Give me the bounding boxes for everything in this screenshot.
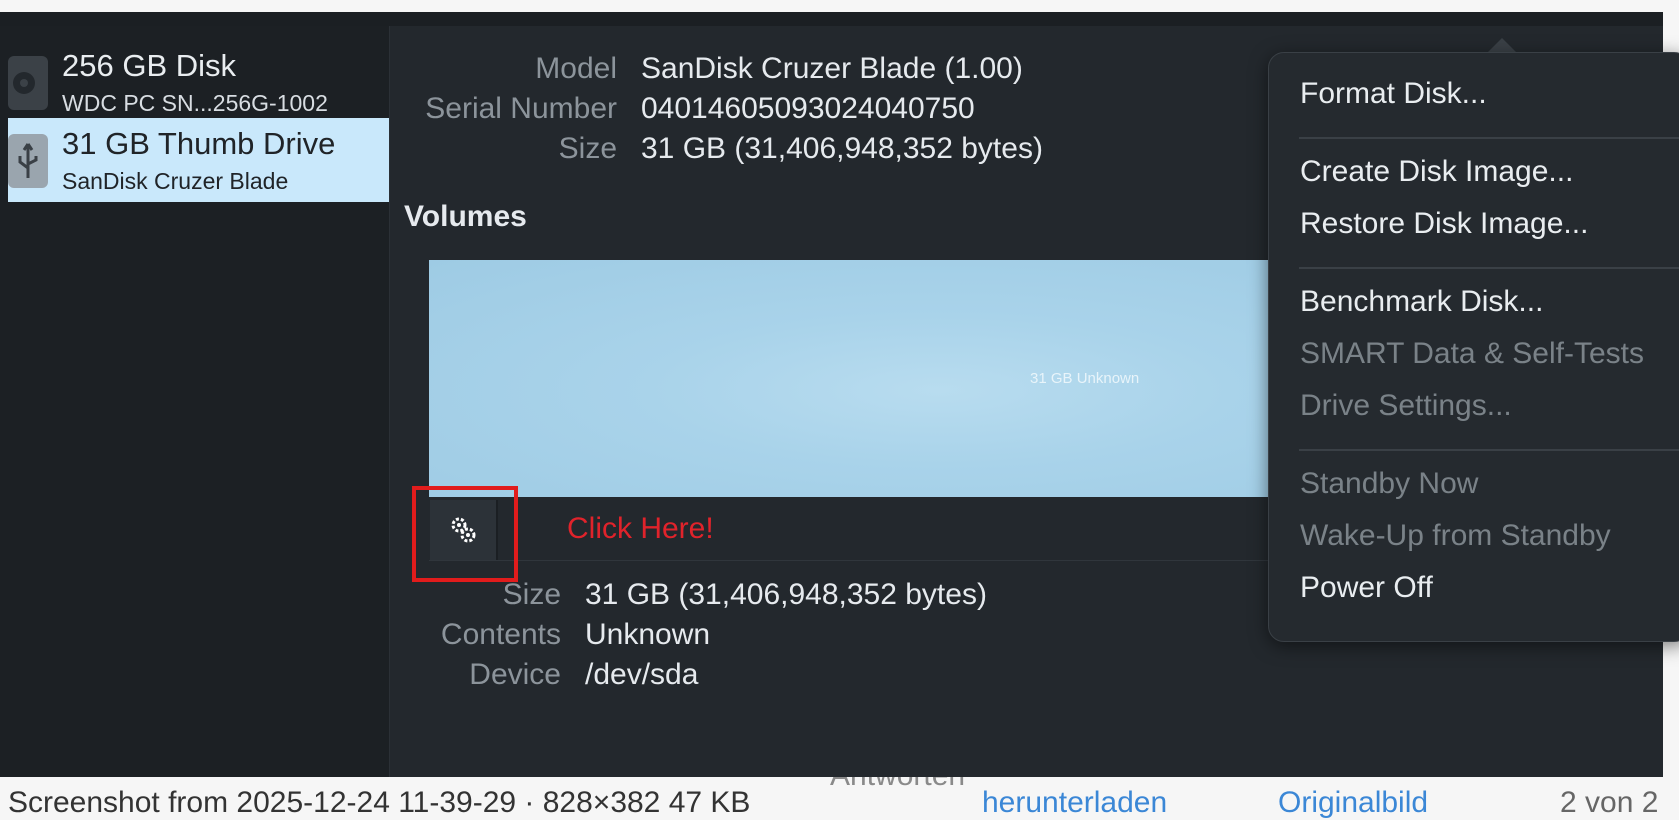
menu-arrow — [1488, 38, 1516, 52]
reply-button-text[interactable]: Antworten — [830, 777, 965, 793]
menu-item-format-disk[interactable]: Format Disk... — [1300, 77, 1487, 111]
menu-item-restore-disk-image[interactable]: Restore Disk Image... — [1300, 207, 1588, 241]
menu-separator — [1299, 449, 1679, 451]
volume-partition-label: 31 GB Unknown — [1030, 370, 1140, 387]
page-counter: 2 von 2 — [1560, 786, 1659, 819]
highlight-box — [412, 486, 518, 582]
menu-item-smart-data: SMART Data & Self-Tests — [1300, 337, 1645, 370]
model-value: SanDisk Cruzer Blade (1.00) — [641, 52, 1023, 85]
disk-subtitle: WDC PC SN...256G-1002 — [62, 90, 328, 116]
volume-partition-bar[interactable] — [429, 260, 1279, 497]
disk-sidebar: 256 GB Disk WDC PC SN...256G-1002 31 GB … — [0, 26, 390, 777]
usb-icon — [8, 134, 48, 188]
volumes-heading: Volumes — [404, 200, 527, 233]
menu-item-wake-up: Wake-Up from Standby — [1300, 519, 1611, 552]
volume-toolbar — [429, 497, 1279, 561]
disk-title: 256 GB Disk — [62, 48, 237, 83]
menu-item-power-off[interactable]: Power Off — [1300, 571, 1433, 605]
size-value: 31 GB (31,406,948,352 bytes) — [641, 132, 1043, 165]
serial-number-label: Serial Number — [425, 92, 617, 125]
menu-item-benchmark-disk[interactable]: Benchmark Disk... — [1300, 285, 1543, 319]
volume-contents-value: Unknown — [585, 618, 711, 651]
original-image-link[interactable]: Originalbild — [1278, 786, 1428, 820]
image-caption: Screenshot from 2025-12-24 11-39-29 · 82… — [8, 786, 751, 819]
model-label: Model — [535, 52, 617, 85]
size-label: Size — [558, 132, 617, 165]
window-top-strip — [0, 12, 1663, 26]
serial-number-value: 04014605093024040750 — [641, 92, 975, 125]
click-here-annotation: Click Here! — [567, 512, 714, 545]
sidebar-item-31gb-thumb-drive[interactable]: 31 GB Thumb Drive SanDisk Cruzer Blade — [8, 118, 389, 202]
menu-item-standby-now: Standby Now — [1300, 467, 1479, 500]
disk-subtitle: SanDisk Cruzer Blade — [62, 168, 289, 194]
volume-device-label: Device — [469, 658, 561, 691]
menu-item-drive-settings: Drive Settings... — [1300, 389, 1512, 422]
drive-menu-popup: Format Disk... Create Disk Image... Rest… — [1268, 52, 1679, 642]
volume-size-label: Size — [502, 578, 561, 611]
volume-device-value: /dev/sda — [585, 658, 699, 691]
sidebar-item-256gb-disk[interactable]: 256 GB Disk WDC PC SN...256G-1002 — [8, 40, 389, 124]
menu-item-create-disk-image[interactable]: Create Disk Image... — [1300, 155, 1573, 189]
download-link[interactable]: herunterladen — [982, 786, 1167, 820]
disk-title: 31 GB Thumb Drive — [62, 126, 336, 161]
menu-separator — [1299, 137, 1679, 139]
volume-contents-label: Contents — [440, 618, 561, 651]
menu-separator — [1299, 267, 1679, 269]
hard-disk-icon — [8, 56, 48, 110]
volume-size-value: 31 GB (31,406,948,352 bytes) — [585, 578, 987, 611]
